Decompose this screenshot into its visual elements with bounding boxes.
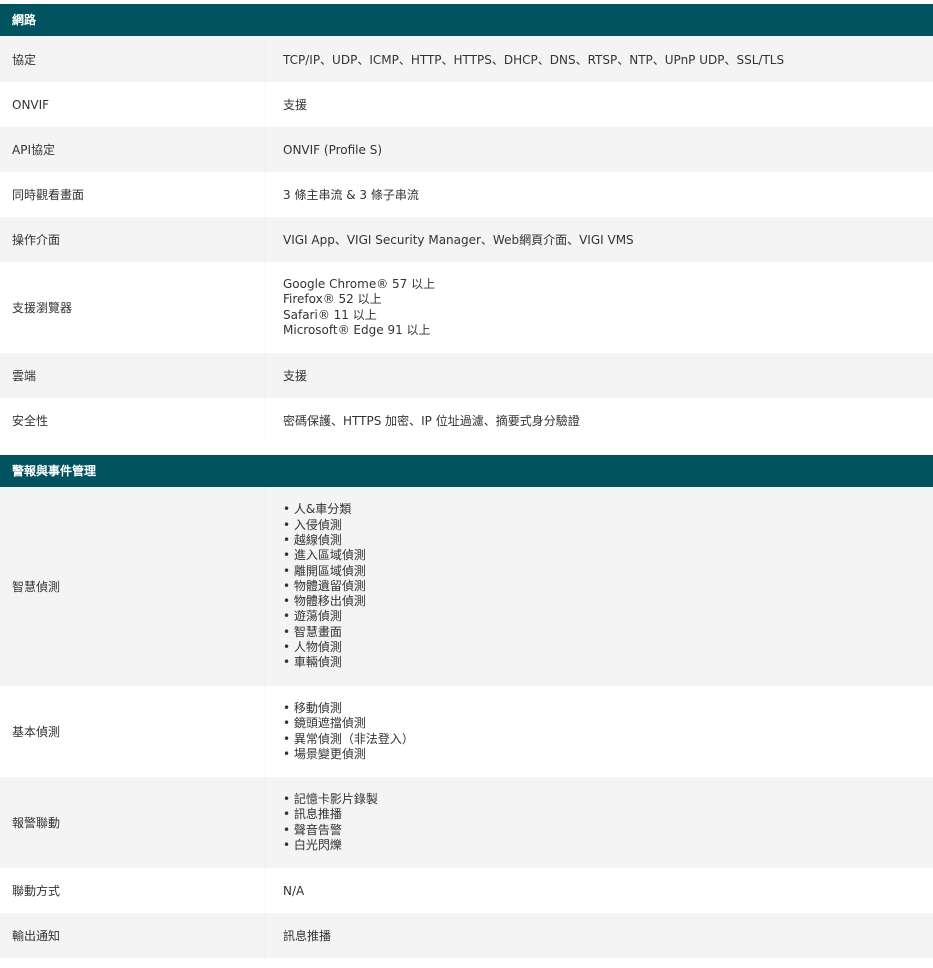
- row-label: 同時觀看畫面: [12, 188, 85, 202]
- row-value: 支援: [283, 369, 308, 383]
- row-value: 記憶卡影片錄製 訊息推播 聲音告警 白光閃爍: [264, 777, 933, 868]
- list-item: 場景變更偵測: [283, 747, 414, 762]
- row-label: 支援瀏覽器: [12, 301, 73, 315]
- row-value: 人&車分類 入侵偵測 越線偵測 進入區域偵測 離開區域偵測 物體遺留偵測 物體移…: [264, 487, 933, 686]
- list-item: 鏡頭遮擋偵測: [283, 716, 414, 731]
- alarm-spec-table: 智慧偵測 人&車分類 入侵偵測 越線偵測 進入區域偵測 離開區域偵測 物體遺留偵…: [0, 487, 933, 958]
- row-value: VIGI App、VIGI Security Manager、Web網頁介面、V…: [283, 233, 634, 247]
- table-row: 操作介面 VIGI App、VIGI Security Manager、Web網…: [0, 217, 933, 262]
- row-label: ONVIF: [12, 97, 50, 112]
- list-item: 進入區域偵測: [283, 548, 366, 563]
- browser-item: Google Chrome® 57 以上: [283, 276, 436, 291]
- list-item: 移動偵測: [283, 701, 414, 716]
- row-value: 訊息推播: [283, 929, 332, 943]
- browser-item: Safari® 11 以上: [283, 307, 377, 322]
- section-header-network: 網路: [0, 4, 933, 36]
- table-row: 協定 TCP/IP、UDP、ICMP、HTTP、HTTPS、DHCP、DNS、R…: [0, 36, 933, 82]
- table-row: 智慧偵測 人&車分類 入侵偵測 越線偵測 進入區域偵測 離開區域偵測 物體遺留偵…: [0, 487, 933, 686]
- table-row: 雲端 支援: [0, 353, 933, 398]
- row-value: 3 條主串流 & 3 條子串流: [283, 188, 419, 202]
- list-item: 物體移出偵測: [283, 594, 366, 609]
- section-header-alarm-event: 警報與事件管理: [0, 455, 933, 487]
- row-label: 安全性: [12, 414, 49, 428]
- smart-detection-list: 人&車分類 入侵偵測 越線偵測 進入區域偵測 離開區域偵測 物體遺留偵測 物體移…: [283, 502, 366, 670]
- list-item: 記憶卡影片錄製: [283, 792, 378, 807]
- list-item: 離開區域偵測: [283, 564, 366, 579]
- table-row: 輸出通知 訊息推播: [0, 913, 933, 958]
- basic-detection-list: 移動偵測 鏡頭遮擋偵測 異常偵測（非法登入） 場景變更偵測: [283, 701, 414, 762]
- row-value: 支援: [283, 98, 308, 112]
- list-item: 白光閃爍: [283, 838, 378, 853]
- row-label: 基本偵測: [12, 725, 61, 739]
- browser-list: Google Chrome® 57 以上 Firefox® 52 以上 Safa…: [283, 277, 435, 339]
- spec-page: 網路 協定 TCP/IP、UDP、ICMP、HTTP、HTTPS、DHCP、DN…: [0, 0, 933, 958]
- row-label: 輸出通知: [12, 929, 61, 943]
- table-row: 安全性 密碼保護、HTTPS 加密、IP 位址過濾、摘要式身分驗證: [0, 398, 933, 443]
- row-value: 密碼保護、HTTPS 加密、IP 位址過濾、摘要式身分驗證: [283, 414, 580, 428]
- list-item: 入侵偵測: [283, 518, 366, 533]
- list-item: 人&車分類: [283, 502, 366, 517]
- table-row: 報警聯動 記憶卡影片錄製 訊息推播 聲音告警 白光閃爍: [0, 777, 933, 868]
- row-label: API協定: [12, 143, 55, 157]
- table-row: 同時觀看畫面 3 條主串流 & 3 條子串流: [0, 172, 933, 217]
- table-row: 支援瀏覽器 Google Chrome® 57 以上 Firefox® 52 以…: [0, 262, 933, 353]
- table-row: API協定 ONVIF (Profile S): [0, 127, 933, 172]
- alarm-linkage-list: 記憶卡影片錄製 訊息推播 聲音告警 白光閃爍: [283, 792, 378, 853]
- list-item: 異常偵測（非法登入）: [283, 732, 414, 747]
- row-label: 操作介面: [12, 233, 61, 247]
- list-item: 人物偵測: [283, 640, 366, 655]
- list-item: 智慧畫面: [283, 625, 366, 640]
- row-value: ONVIF (Profile S): [283, 142, 382, 157]
- table-row: ONVIF 支援: [0, 82, 933, 127]
- list-item: 遊蕩偵測: [283, 609, 366, 624]
- list-item: 訊息推播: [283, 807, 378, 822]
- row-value: TCP/IP、UDP、ICMP、HTTP、HTTPS、DHCP、DNS、RTSP…: [283, 52, 785, 67]
- list-item: 越線偵測: [283, 533, 366, 548]
- list-item: 車輛偵測: [283, 655, 366, 670]
- row-value: Google Chrome® 57 以上 Firefox® 52 以上 Safa…: [264, 262, 933, 353]
- network-spec-table: 協定 TCP/IP、UDP、ICMP、HTTP、HTTPS、DHCP、DNS、R…: [0, 36, 933, 443]
- row-label: 聯動方式: [12, 884, 61, 898]
- table-row: 聯動方式 N/A: [0, 868, 933, 913]
- row-label: 報警聯動: [12, 816, 61, 830]
- row-label: 雲端: [12, 369, 37, 383]
- row-label: 協定: [12, 52, 37, 67]
- list-item: 聲音告警: [283, 823, 378, 838]
- table-row: 基本偵測 移動偵測 鏡頭遮擋偵測 異常偵測（非法登入） 場景變更偵測: [0, 686, 933, 777]
- row-value: N/A: [283, 883, 305, 898]
- row-label: 智慧偵測: [12, 580, 61, 594]
- row-value: 移動偵測 鏡頭遮擋偵測 異常偵測（非法登入） 場景變更偵測: [264, 686, 933, 777]
- list-item: 物體遺留偵測: [283, 579, 366, 594]
- browser-item: Firefox® 52 以上: [283, 292, 382, 307]
- browser-item: Microsoft® Edge 91 以上: [283, 322, 431, 337]
